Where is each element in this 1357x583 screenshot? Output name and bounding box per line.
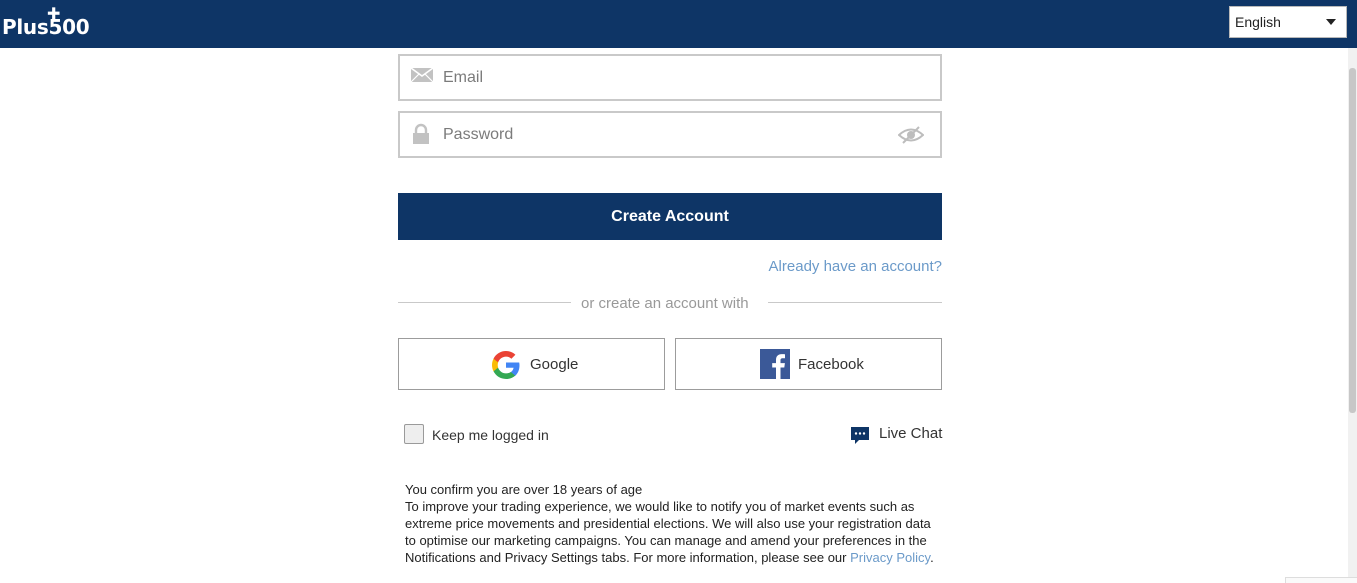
create-account-button[interactable]: Create Account bbox=[398, 193, 942, 240]
email-input[interactable] bbox=[443, 56, 883, 99]
legal-period: . bbox=[930, 550, 934, 565]
keep-logged-in-label[interactable]: Keep me logged in bbox=[432, 427, 549, 443]
recaptcha-corner bbox=[1285, 577, 1357, 583]
facebook-signup-button[interactable]: Facebook bbox=[675, 338, 942, 390]
live-chat-label: Live Chat bbox=[879, 425, 943, 442]
divider-right bbox=[768, 302, 942, 303]
google-button-label: Google bbox=[530, 356, 579, 373]
lock-icon bbox=[410, 123, 432, 150]
page-scrollbar[interactable] bbox=[1348, 48, 1357, 583]
email-field-wrapper bbox=[398, 54, 942, 101]
already-have-account-link[interactable]: Already have an account? bbox=[769, 258, 942, 275]
age-confirmation-text: You confirm you are over 18 years of age bbox=[405, 482, 643, 497]
top-bar: ✚ Plus500 English bbox=[0, 0, 1357, 48]
facebook-button-label: Facebook bbox=[798, 356, 864, 373]
chat-bubble-icon bbox=[850, 426, 870, 451]
show-password-icon[interactable] bbox=[897, 125, 925, 150]
language-select[interactable]: English bbox=[1229, 6, 1347, 38]
language-select-value: English bbox=[1235, 14, 1281, 30]
divider-left bbox=[398, 302, 571, 303]
divider-text: or create an account with bbox=[581, 295, 749, 312]
keep-logged-in-checkbox[interactable] bbox=[404, 424, 424, 444]
password-field-wrapper bbox=[398, 111, 942, 158]
scrollbar-thumb[interactable] bbox=[1349, 68, 1356, 413]
privacy-policy-link[interactable]: Privacy Policy bbox=[850, 550, 930, 565]
google-icon bbox=[490, 349, 522, 386]
caret-down-icon bbox=[1326, 19, 1336, 25]
password-input[interactable] bbox=[443, 113, 883, 156]
legal-notice: You confirm you are over 18 years of age… bbox=[405, 481, 945, 566]
facebook-icon bbox=[760, 349, 790, 384]
google-signup-button[interactable]: Google bbox=[398, 338, 665, 390]
logo-text: Plus500 bbox=[2, 15, 90, 39]
envelope-icon bbox=[410, 66, 434, 89]
